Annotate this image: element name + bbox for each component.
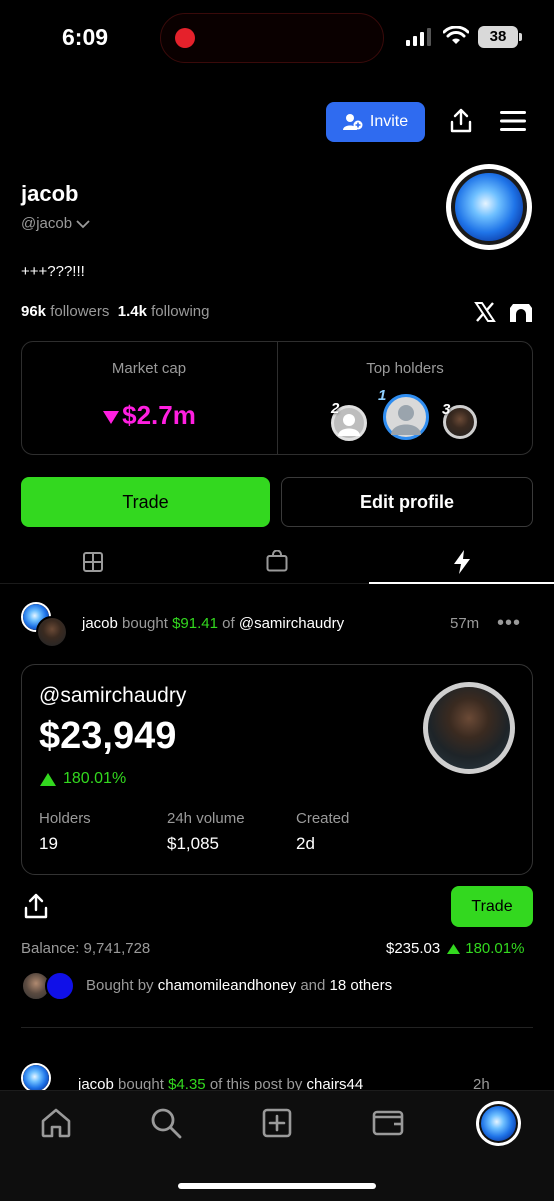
battery-indicator: 38 [478,26,518,48]
created-value: 2d [296,834,315,853]
feed-activity-text: jacob bought $91.41 of @samirchaudry [82,615,344,632]
holder-rank-2: 2 [331,400,340,417]
home-indicator [178,1183,376,1189]
holders-label: Holders [39,810,91,827]
triangle-up-icon [447,943,461,954]
balance-text: Balance: 9,741,728 [21,940,150,957]
follow-counts: 96k followers 1.4k following [21,303,209,320]
volume-label: 24h volume [167,810,245,827]
holders-value: 19 [39,834,58,853]
bought-by-user: chamomileandhoney [157,977,297,994]
position-amount: $235.03 [386,940,441,957]
chevron-down-icon [76,219,90,228]
holder-rank-3: 3 [442,401,451,418]
wifi-icon [443,26,469,44]
profile-bio: +++???!!! [21,263,85,280]
coin-change-value: 180.01% [63,770,127,787]
more-options-icon[interactable]: ••• [497,612,521,635]
invite-label: Invite [369,113,409,130]
feed-time: 57m [450,615,480,632]
position-change: 180.01% [446,940,524,957]
tab-grid-icon[interactable] [83,552,103,572]
created-label: Created [296,810,350,827]
bought-by-prefix: Bought by [86,977,154,994]
battery-nub [519,33,522,41]
profile-handle-switcher[interactable]: @jacob [21,215,90,232]
market-cap-amount: $2.7m [122,400,196,430]
profile-avatar[interactable] [446,164,532,250]
cellular-signal-icon [406,28,431,46]
triangle-down-icon [103,411,120,425]
holder-rank-1: 1 [378,387,387,404]
wallet-icon[interactable] [372,1108,404,1136]
position-change-value: 180.01% [465,940,525,957]
feed-divider [21,1027,533,1028]
volume-value: $1,085 [167,834,219,853]
coin-price: $23,949 [39,715,177,757]
feed-verb: bought [122,615,168,632]
following-count[interactable]: 1.4k [118,303,147,320]
edit-profile-button[interactable]: Edit profile [281,477,533,527]
triangle-up-icon [40,772,56,786]
profile-tab-avatar[interactable] [476,1101,521,1146]
search-icon[interactable] [150,1107,182,1139]
share-icon[interactable] [450,108,472,134]
trade-button[interactable]: Trade [21,477,270,527]
status-time: 6:09 [62,24,109,50]
bought-by-and: and [300,977,326,994]
feed-of: of [222,615,235,632]
home-icon[interactable] [40,1108,72,1138]
bought-by-others: 18 others [329,977,393,994]
share-post-icon[interactable] [24,893,48,919]
buyer-avatar-2[interactable] [45,971,75,1001]
profile-name: jacob [21,181,79,206]
recording-indicator-icon [175,28,195,48]
bought-by-text[interactable]: Bought by chamomileandhoney and 18 other… [86,977,392,994]
feed-trade-button[interactable]: Trade [451,886,533,927]
top-holder-1-avatar[interactable] [383,394,429,440]
stats-divider [277,342,278,454]
create-post-icon[interactable] [262,1108,292,1138]
market-cap-value: $2.7m [21,400,277,431]
arch-link-icon[interactable] [509,301,533,323]
top-holders-label: Top holders [366,360,444,377]
followers-count[interactable]: 96k [21,303,46,320]
feed-user[interactable]: jacob [82,615,118,632]
feed-target-avatar[interactable] [36,616,68,648]
followers-label[interactable]: followers [50,303,109,320]
feed2-user-avatar[interactable] [21,1063,51,1093]
coin-change: 180.01% [39,770,126,788]
following-label[interactable]: following [151,303,209,320]
tab-activity-lightning-icon[interactable] [452,549,472,575]
feed-amount: $91.41 [172,615,218,632]
user-placeholder-icon [391,405,421,435]
market-cap-label: Market cap [111,360,187,377]
add-user-icon [342,114,363,130]
coin-handle: @samirchaudry [39,684,187,707]
coin-avatar [423,682,515,774]
menu-icon[interactable] [500,111,526,131]
invite-button[interactable]: Invite [326,102,425,142]
tab-shopping-bag-icon[interactable] [266,550,288,572]
position-value: $235.03 180.01% [386,940,524,957]
x-logo-icon[interactable] [474,301,496,323]
profile-handle: @jacob [21,215,73,232]
balance-label: Balance: [21,940,80,957]
feed-target[interactable]: @samirchaudry [239,615,344,632]
active-tab-indicator [369,582,554,584]
balance-value: 9,741,728 [83,940,151,957]
